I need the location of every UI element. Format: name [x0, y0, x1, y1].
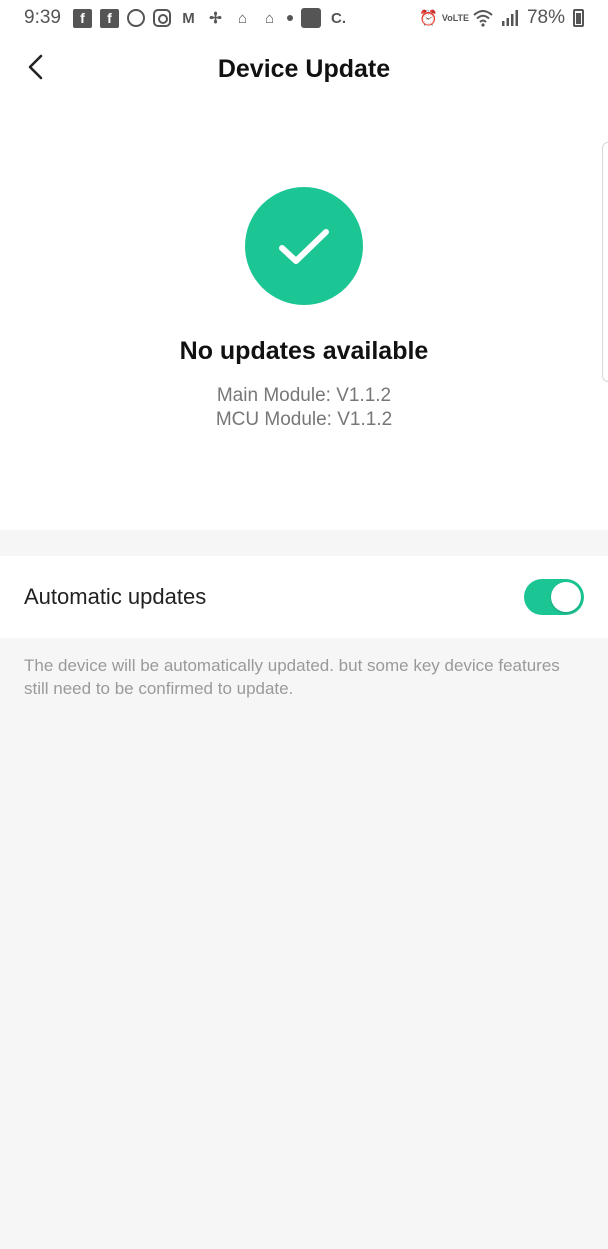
automatic-updates-row[interactable]: Automatic updates — [0, 556, 608, 638]
update-status-section: No updates available Main Module: V1.1.2… — [0, 104, 608, 530]
system-icons: ⏰ VoLTE 78% — [419, 7, 584, 29]
automatic-updates-toggle[interactable] — [524, 579, 584, 615]
update-status-title: No updates available — [179, 337, 429, 365]
device-update-screen: 9:39 f f M ✢ ⌂ ⌂ C. ⏰ VoLTE 78% Device U… — [0, 0, 608, 1249]
status-time: 9:39 — [24, 7, 61, 28]
status-bar: 9:39 f f M ✢ ⌂ ⌂ C. ⏰ VoLTE 78% — [0, 0, 608, 36]
side-edge-panel-handle[interactable] — [602, 142, 608, 382]
checkmark-icon — [279, 229, 329, 264]
wifi-icon — [473, 10, 493, 27]
toggle-knob — [551, 582, 581, 612]
chrome-icon — [126, 9, 145, 27]
battery-percent: 78% — [526, 7, 565, 28]
pinwheel-icon: ✢ — [209, 10, 222, 27]
signal-icon — [501, 10, 518, 26]
volte-icon: VoLTE — [441, 13, 470, 23]
alarm-icon: ⏰ — [419, 10, 438, 27]
page-title: Device Update — [217, 55, 391, 83]
battery-icon — [573, 9, 584, 27]
mcu-module-version: MCU Module: V1.1.2 — [215, 409, 393, 430]
gmail-icon: M — [182, 9, 195, 27]
dot-icon — [286, 15, 293, 21]
app-header: Device Update — [0, 36, 608, 104]
home-icon: ⌂ — [237, 9, 248, 27]
automatic-updates-label: Automatic updates — [24, 584, 207, 609]
success-check-icon — [245, 187, 363, 305]
notification-icons: f f M ✢ ⌂ ⌂ C. — [72, 8, 348, 28]
automatic-updates-description: The device will be automatically updated… — [24, 656, 560, 698]
main-module-version: Main Module: V1.1.2 — [216, 385, 392, 406]
home-icon: ⌂ — [264, 9, 275, 27]
c-icon: C. — [330, 9, 346, 27]
facebook-icon: f — [99, 8, 119, 28]
instagram-icon — [152, 9, 171, 27]
ifttt-icon — [300, 8, 321, 28]
facebook-icon: f — [72, 8, 92, 28]
